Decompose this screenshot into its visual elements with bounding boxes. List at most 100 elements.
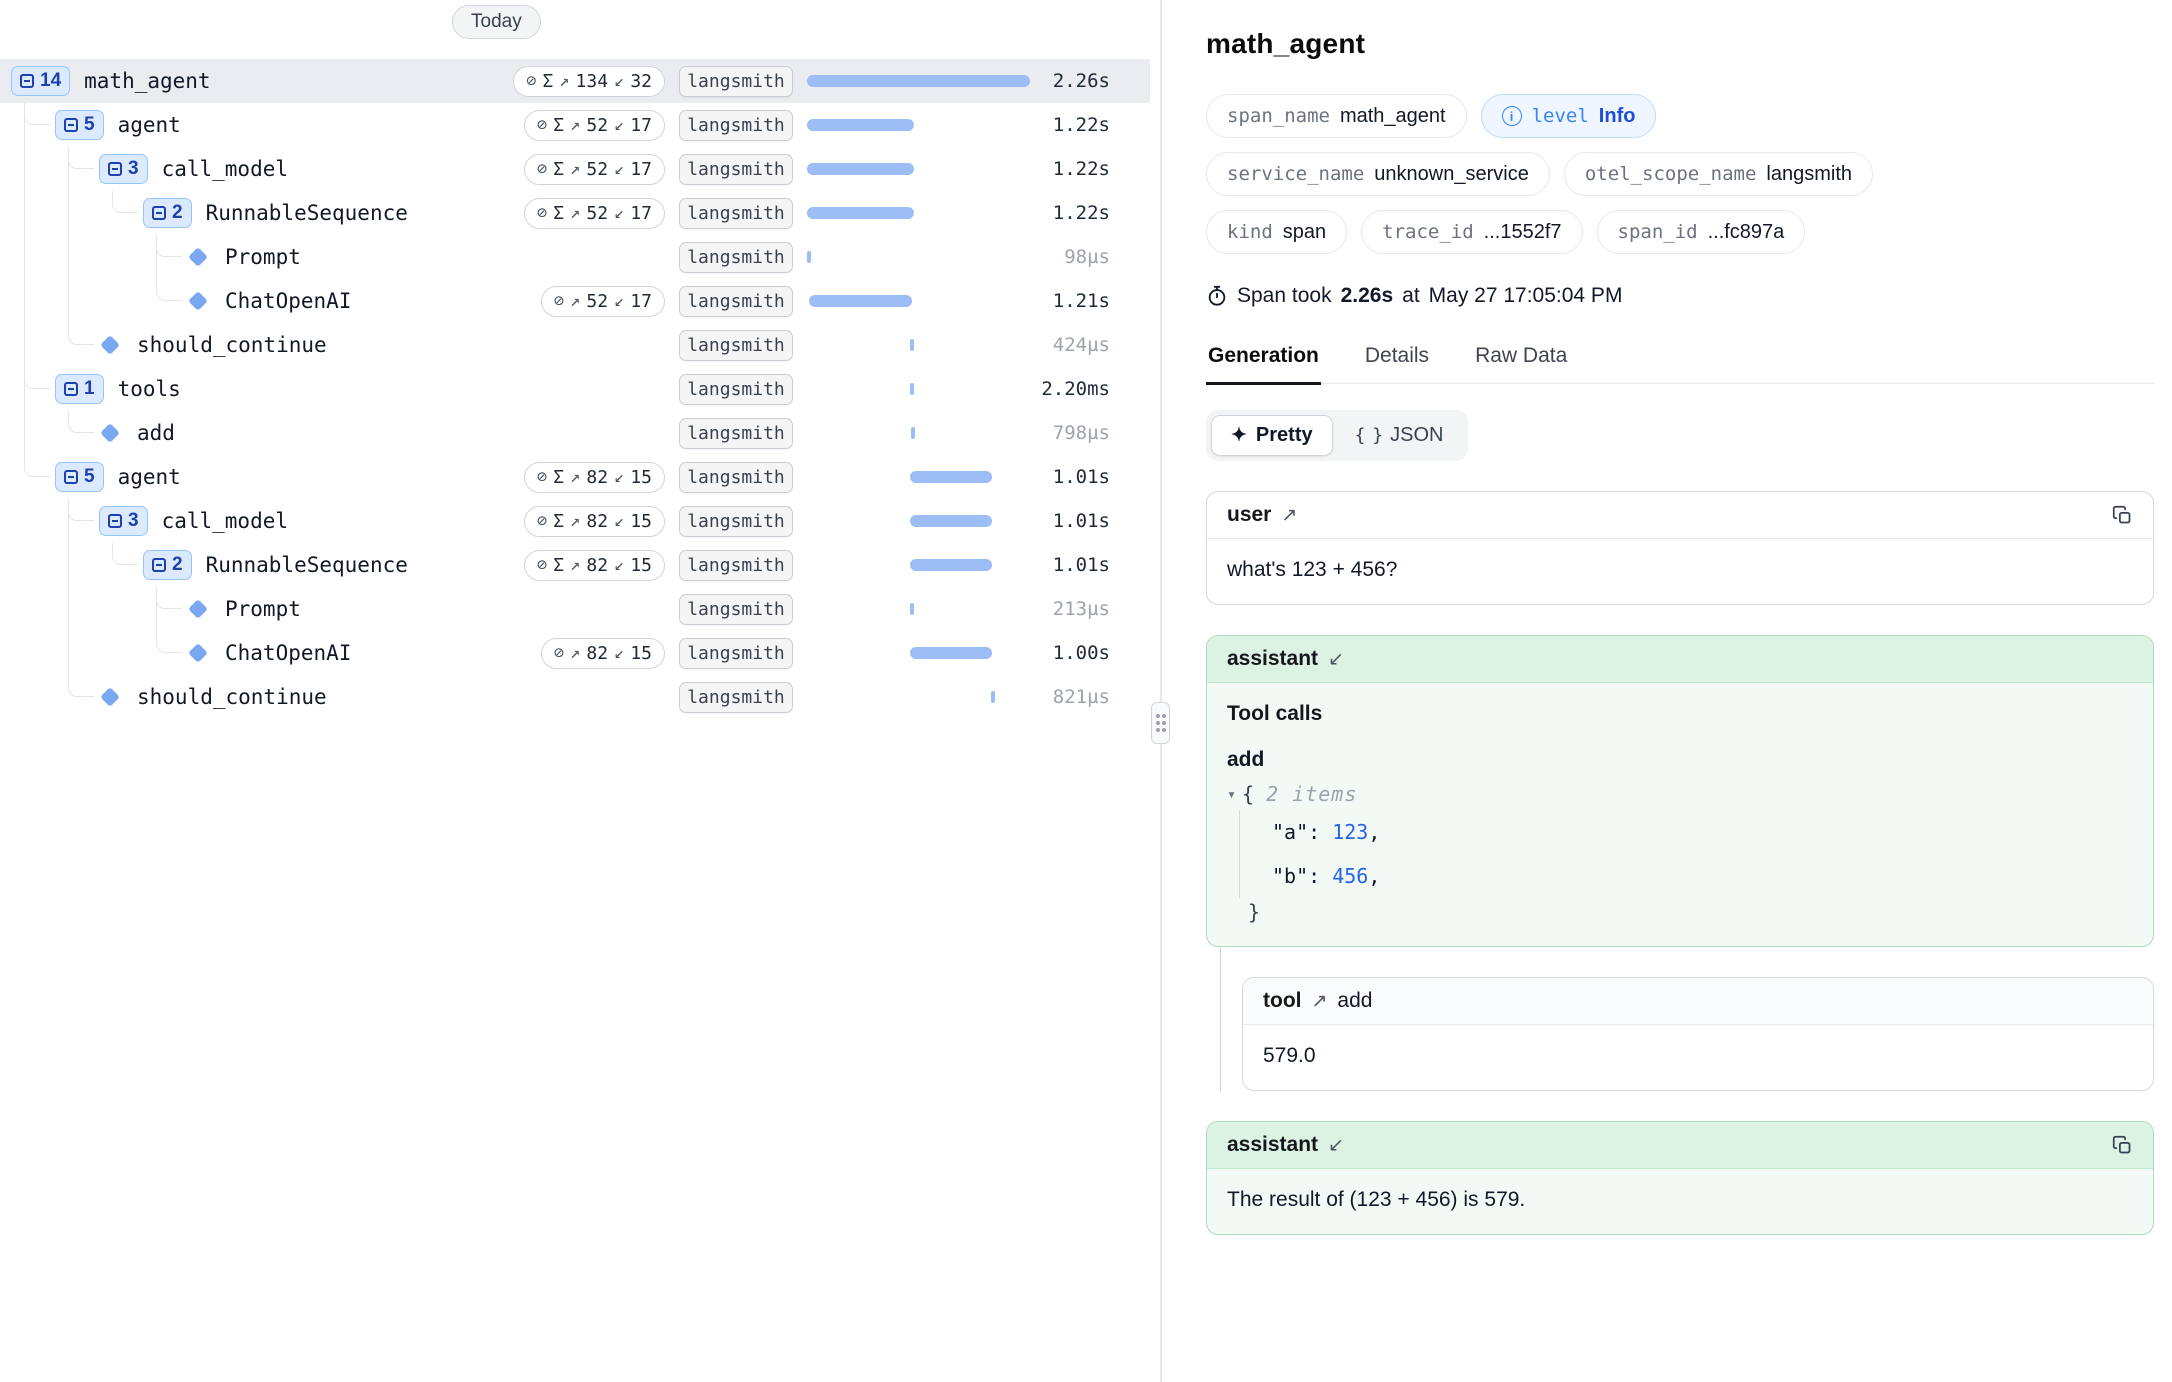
trace-row[interactable]: 1toolslangsmith2.20ms [0,367,1150,411]
span-name-label: tools [118,377,181,401]
collapse-toggle[interactable]: 5 [55,110,104,140]
message-role: assistant [1227,647,1318,671]
span-title: math_agent [1206,28,2154,60]
child-count: 2 [172,554,183,576]
trace-row[interactable]: ChatOpenAI⊘↗82↙15langsmith1.00s [0,631,1150,675]
output-tokens-arrow-icon: ↙ [614,467,624,487]
duration-label: 1.01s [1035,510,1110,532]
output-token-count: 17 [630,159,652,180]
trace-row[interactable]: ChatOpenAI⊘↗52↙17langsmith1.21s [0,279,1150,323]
meta-pill-row: kindspantrace_id...1552f7span_id...fc897… [1206,210,2154,254]
trace-row[interactable]: 2RunnableSequence⊘Σ↗82↙15langsmith1.01s [0,543,1150,587]
trace-row-label-area: Prompt [0,587,465,631]
collapse-toggle[interactable]: 3 [99,154,148,184]
meta-pill-kind: kindspan [1206,210,1347,254]
token-usage-badge: ⊘Σ↗82↙15 [524,462,665,493]
level-pill: ilevelInfo [1481,94,1657,138]
trace-row-label-area: ChatOpenAI [0,631,465,675]
tag-column: langsmith [679,462,793,493]
sigma-icon: Σ [553,555,564,576]
token-usage-badge: ⊘Σ↗82↙15 [524,550,665,581]
trace-row[interactable]: 5agent⊘Σ↗52↙17langsmith1.22s [0,103,1150,147]
braces-icon: { } [1355,425,1382,446]
trace-row[interactable]: should_continue langsmith 821µs [0,675,1150,719]
collapse-toggle[interactable]: 2 [143,550,192,580]
span-name-label: add [137,421,175,445]
duration-bar [910,647,993,659]
span-name-label: agent [118,465,181,489]
pill-key: otel_scope_name [1585,163,1757,185]
date-pill: Today [452,5,541,39]
collapse-toggle[interactable]: 1 [55,374,104,404]
token-usage-badge: ⊘Σ↗134↙32 [513,66,665,97]
tag-column: langsmith [679,594,793,625]
trace-row[interactable]: 2RunnableSequence⊘Σ↗52↙17langsmith1.22s [0,191,1150,235]
token-coin-icon: ⊘ [526,71,536,91]
json-toggle-button[interactable]: { } JSON [1335,415,1464,456]
scope-tag: langsmith [679,462,793,493]
trace-row[interactable]: should_continuelangsmith424µs [0,323,1150,367]
collapse-icon [20,74,34,88]
trace-row[interactable]: 3call_model⊘Σ↗52↙17langsmith1.22s [0,147,1150,191]
info-icon: i [1502,106,1522,126]
trace-row-label-area: 2RunnableSequence [0,191,465,235]
trace-row-label-area: 1 tools [0,367,465,411]
close-brace: } [1248,900,2133,924]
tag-column: langsmith [679,682,793,713]
trace-row-label-area: Prompt [0,235,465,279]
token-column: ⊘Σ↗82↙15 [465,550,665,581]
tab-generation[interactable]: Generation [1206,344,1321,385]
copy-button[interactable] [2112,505,2133,526]
trace-row[interactable]: 14math_agent⊘Σ↗134↙32langsmith2.26s [0,59,1150,103]
trace-row-label-area: should_continue [0,675,465,719]
message-role: user [1227,503,1271,527]
message-card-assistant: assistant↙Tool callsadd▾{2 items"a": 123… [1206,635,2154,947]
message-body: what's 123 + 456? [1207,539,2153,604]
caret-down-icon[interactable]: ▾ [1227,785,1236,803]
message-header: assistant↙ [1207,636,2153,683]
meta-pills: span_namemath_agentilevelInfoservice_nam… [1206,94,2154,254]
resize-handle[interactable] [1151,702,1170,744]
tag-column: langsmith [679,330,793,361]
tab-raw-data[interactable]: Raw Data [1473,344,1569,383]
span-name-label: agent [118,113,181,137]
collapse-toggle[interactable]: 5 [55,462,104,492]
tab-details[interactable]: Details [1363,344,1431,383]
span-name-label: call_model [162,509,288,533]
copy-button[interactable] [2112,1135,2133,1156]
trace-row[interactable]: 3call_model⊘Σ↗82↙15langsmith1.01s [0,499,1150,543]
json-value: 456 [1332,864,1368,888]
span-name-label: ChatOpenAI [225,641,351,665]
trace-row[interactable]: Promptlangsmith98µs [0,235,1150,279]
timeline [807,427,1030,439]
trace-row[interactable]: Promptlangsmith213µs [0,587,1150,631]
duration-bar [807,75,1030,87]
pill-value: math_agent [1340,105,1446,128]
messages: user↗what's 123 + 456?assistant↙Tool cal… [1206,491,2154,1245]
duration-label: 1.01s [1035,466,1110,488]
pretty-toggle-button[interactable]: ✦ Pretty [1211,415,1333,456]
collapse-toggle[interactable]: 2 [143,198,192,228]
tabs: Generation Details Raw Data [1206,344,2154,384]
message-card-assistant: assistant↙The result of (123 + 456) is 5… [1206,1121,2154,1235]
tool-result-wrapper: tool↗add579.0 [1242,977,2154,1091]
scope-tag: langsmith [679,110,793,141]
duration-label: 821µs [1035,686,1110,708]
trace-row-label-area: 3 call_model [0,499,465,543]
trace-row[interactable]: addlangsmith798µs [0,411,1150,455]
token-coin-icon: ⊘ [537,555,547,575]
json-value: 123 [1332,820,1368,844]
token-coin-icon: ⊘ [554,291,564,311]
collapse-toggle[interactable]: 14 [11,66,70,96]
scope-tag: langsmith [679,242,793,273]
duration-bar [910,383,914,395]
trace-row[interactable]: 5 agent ⊘Σ↗82↙15 langsmith 1.01s [0,455,1150,499]
collapse-toggle[interactable]: 3 [99,506,148,536]
json-entry: "b": 456, [1272,854,2133,898]
tool-call-arguments: ▾{2 items"a": 123,"b": 456,} [1227,782,2133,924]
token-usage-badge: ⊘Σ↗52↙17 [524,154,665,185]
timeline [807,207,1030,219]
tag-column: langsmith [679,638,793,669]
timeline [807,163,1030,175]
pill-key: level [1532,105,1589,127]
